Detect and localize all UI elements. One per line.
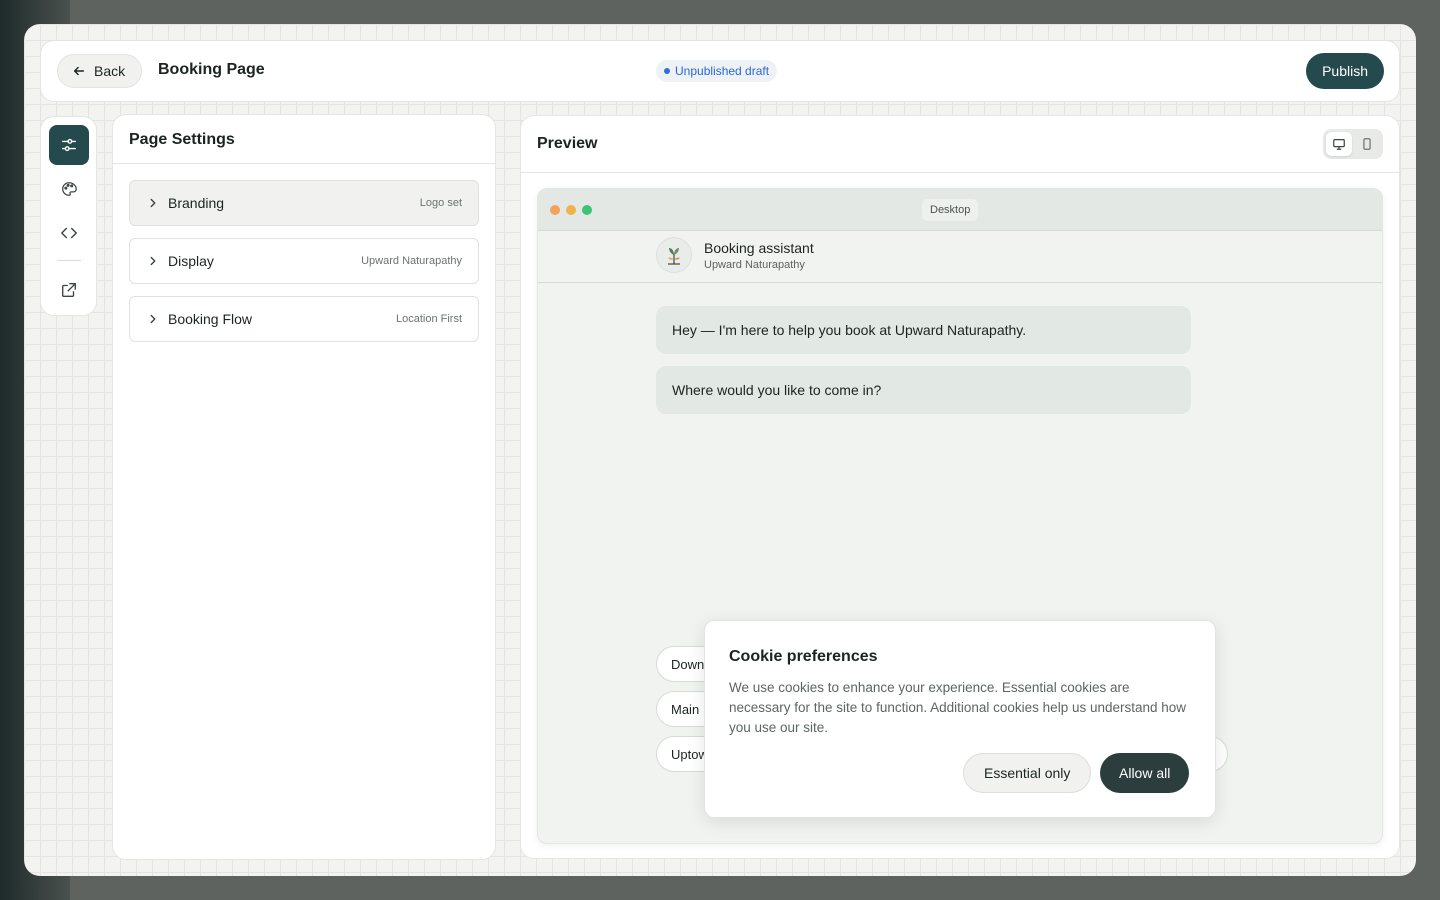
browser-toolbar: Desktop	[538, 189, 1382, 231]
setting-value: Location First	[395, 313, 462, 325]
device-toggle	[1323, 129, 1383, 159]
theme-tool-button[interactable]	[49, 169, 89, 209]
setting-label: Booking Flow	[168, 311, 253, 327]
device-label: Desktop	[922, 199, 979, 221]
settings-tool-button[interactable]	[49, 125, 89, 165]
arrow-left-icon	[73, 66, 85, 76]
smartphone-icon	[1363, 138, 1371, 150]
sliders-icon	[62, 138, 76, 152]
external-link-icon	[62, 283, 76, 297]
chevron-right-icon	[150, 198, 156, 208]
status-badge: Unpublished draft	[656, 60, 778, 82]
code-icon	[61, 227, 77, 239]
top-bar: Back Booking Page Unpublished draft Publ…	[40, 40, 1400, 102]
monitor-icon	[1333, 139, 1345, 150]
chat-message: Where would you like to come in?	[656, 366, 1191, 414]
tool-rail	[40, 116, 97, 316]
page-title: Booking Page	[158, 61, 265, 78]
settings-divider	[113, 163, 495, 164]
cookie-title: Cookie preferences	[729, 648, 878, 665]
rail-divider	[57, 260, 81, 261]
status-text: Unpublished draft	[675, 64, 770, 78]
preview-divider	[521, 172, 1399, 173]
settings-title: Page Settings	[129, 131, 235, 148]
setting-value: Upward Naturapathy	[361, 255, 462, 267]
setting-row-display[interactable]: Display Upward Naturapathy	[129, 238, 479, 284]
cookie-dialog: Cookie preferences We use cookies to enh…	[704, 620, 1216, 818]
desktop-view-button[interactable]	[1326, 132, 1352, 156]
chat-message: Hey — I'm here to help you book at Upwar…	[656, 306, 1191, 354]
setting-row-branding[interactable]: Branding Logo set	[129, 180, 479, 226]
bot-subtitle: Upward Naturapathy	[704, 259, 805, 271]
embed-tool-button[interactable]	[49, 213, 89, 253]
publish-button[interactable]: Publish	[1306, 53, 1384, 89]
avatar	[656, 237, 692, 273]
palette-icon	[62, 182, 77, 196]
mobile-view-button[interactable]	[1354, 132, 1380, 156]
chevron-right-icon	[150, 314, 156, 324]
setting-row-booking-flow[interactable]: Booking Flow Location First	[129, 296, 479, 342]
window-dot-red	[550, 205, 560, 215]
chat-header: Booking assistant Upward Naturapathy	[538, 231, 1382, 283]
setting-label: Display	[168, 253, 214, 269]
setting-label: Branding	[168, 195, 225, 211]
logo-plant-icon	[668, 248, 680, 265]
page-settings-panel: Page Settings Branding Logo set Display …	[112, 114, 496, 860]
bot-name: Booking assistant	[704, 240, 814, 256]
back-button-label: Back	[94, 63, 126, 79]
chevron-right-icon	[150, 256, 156, 266]
back-button[interactable]: Back	[57, 54, 143, 88]
allow-all-button[interactable]: Allow all	[1100, 753, 1190, 793]
setting-value: Logo set	[419, 197, 462, 209]
status-dot	[664, 68, 670, 74]
essential-only-button[interactable]: Essential only	[963, 753, 1092, 793]
preview-title: Preview	[537, 135, 598, 152]
cookie-body: We use cookies to enhance your experienc…	[729, 680, 1187, 735]
window-dot-green	[582, 205, 592, 215]
window-dot-yellow	[566, 205, 576, 215]
open-external-button[interactable]	[49, 270, 89, 310]
